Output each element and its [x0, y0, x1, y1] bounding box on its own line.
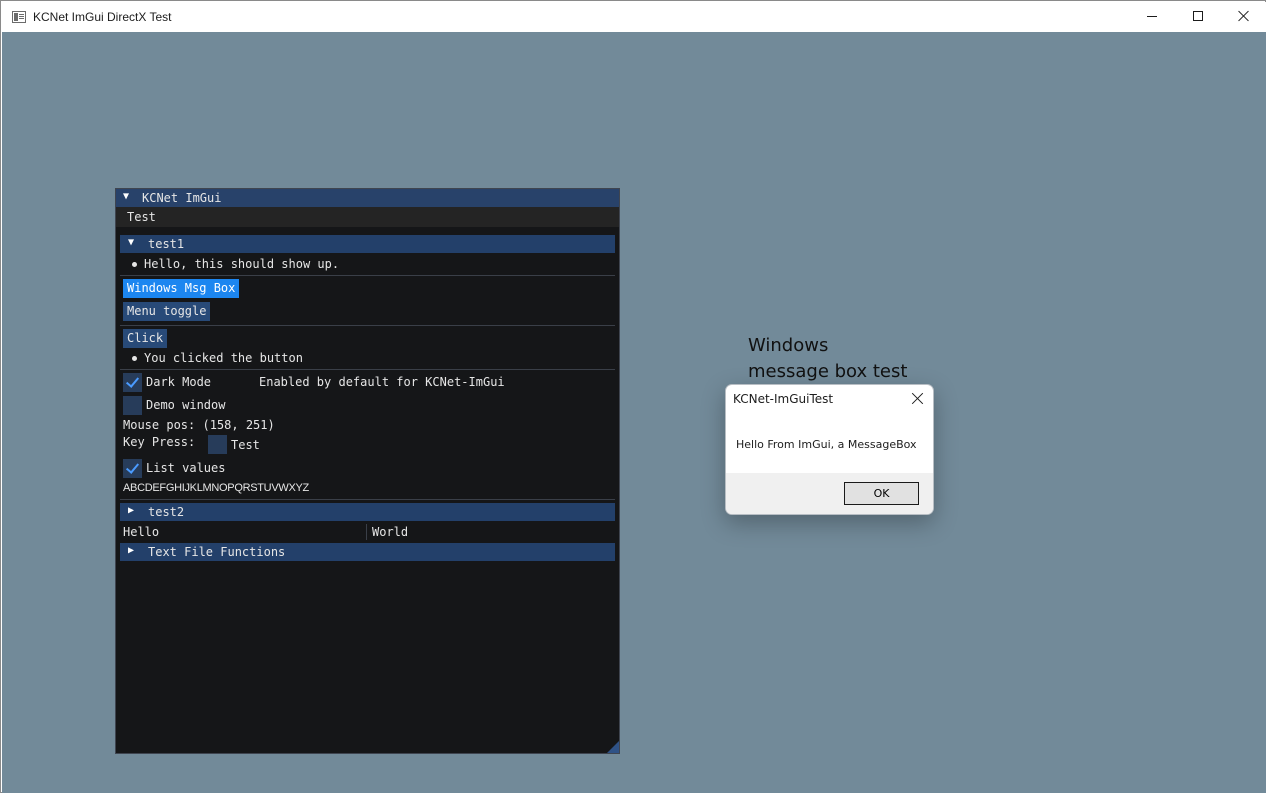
mouse-pos-text: Mouse pos: (158, 251): [123, 418, 275, 432]
bullet-icon: [132, 356, 137, 361]
windows-msg-box-button[interactable]: Windows Msg Box: [123, 279, 240, 298]
key-press-value: Test: [231, 438, 260, 452]
close-icon[interactable]: [910, 391, 926, 407]
imgui-title: KCNet ImGui: [142, 191, 222, 205]
collapsed-triangle-icon: ▶: [128, 505, 135, 516]
list-values-checkbox[interactable]: [123, 459, 142, 478]
bullet-icon: [132, 262, 137, 267]
list-values-label: List values: [146, 461, 226, 475]
message-box-title: KCNet-ImGuiTest: [733, 392, 834, 406]
maximize-icon: [1193, 11, 1203, 21]
header-text-file-functions-label: Text File Functions: [148, 545, 286, 559]
expanded-triangle-icon: ▼: [128, 237, 135, 248]
alphabet-text: ABCDEFGHIJKLMNOPQRSTUVWXYZ: [123, 482, 309, 494]
hello-text: Hello, this should show up.: [144, 257, 340, 271]
resize-grip[interactable]: [607, 741, 619, 753]
window-title: KCNet ImGui DirectX Test: [33, 10, 172, 24]
message-box-text: Hello From ImGui, a MessageBox: [736, 438, 917, 451]
separator: [120, 369, 615, 370]
close-icon: [1238, 10, 1250, 22]
separator: [120, 499, 615, 500]
title-bar[interactable]: KCNet ImGui DirectX Test: [2, 2, 1266, 32]
maximize-button[interactable]: [1175, 2, 1221, 32]
imgui-menu-bar: Test: [116, 207, 619, 227]
dark-mode-label: Dark Mode: [146, 375, 212, 389]
imgui-title-bar[interactable]: ▼ KCNet ImGui: [116, 189, 619, 207]
dark-mode-note: Enabled by default for KCNet-ImGui: [259, 375, 505, 389]
collapsed-triangle-icon: ▶: [128, 545, 135, 556]
header-test1[interactable]: ▼ test1: [120, 235, 615, 253]
separator: [120, 275, 615, 276]
imgui-window: ▼ KCNet ImGui Test ▼ test1 Hello, this s…: [115, 188, 620, 754]
header-test1-label: test1: [148, 237, 185, 251]
column-divider[interactable]: [366, 524, 367, 540]
key-press-box[interactable]: [208, 435, 227, 454]
annotation-line-2: message box test: [748, 361, 908, 382]
annotation-line-1: Windows: [748, 335, 829, 356]
header-test2[interactable]: ▶ test2: [120, 503, 615, 521]
menu-toggle-button[interactable]: Menu toggle: [123, 302, 211, 321]
click-button[interactable]: Click: [123, 329, 168, 348]
message-box-footer: OK: [726, 473, 933, 514]
minimize-icon: [1147, 16, 1157, 17]
message-box-dialog: KCNet-ImGuiTest Hello From ImGui, a Mess…: [725, 384, 934, 515]
annotation-label: Windows message box test: [748, 333, 918, 385]
header-text-file-functions[interactable]: ▶ Text File Functions: [120, 543, 615, 561]
column-world: World: [372, 525, 409, 539]
close-button[interactable]: [1221, 2, 1266, 32]
ok-button[interactable]: OK: [844, 482, 919, 505]
separator: [120, 325, 615, 326]
header-test2-label: test2: [148, 505, 185, 519]
clicked-text: You clicked the button: [144, 351, 303, 365]
collapse-triangle-icon[interactable]: ▼: [123, 191, 129, 202]
menu-test[interactable]: Test: [127, 210, 156, 224]
key-press-label: Key Press:: [123, 435, 196, 449]
demo-window-label: Demo window: [146, 398, 226, 412]
app-icon: [12, 11, 26, 23]
demo-window-checkbox[interactable]: [123, 396, 142, 415]
column-hello: Hello: [123, 525, 160, 539]
minimize-button[interactable]: [1129, 2, 1175, 32]
dark-mode-checkbox[interactable]: [123, 373, 142, 392]
